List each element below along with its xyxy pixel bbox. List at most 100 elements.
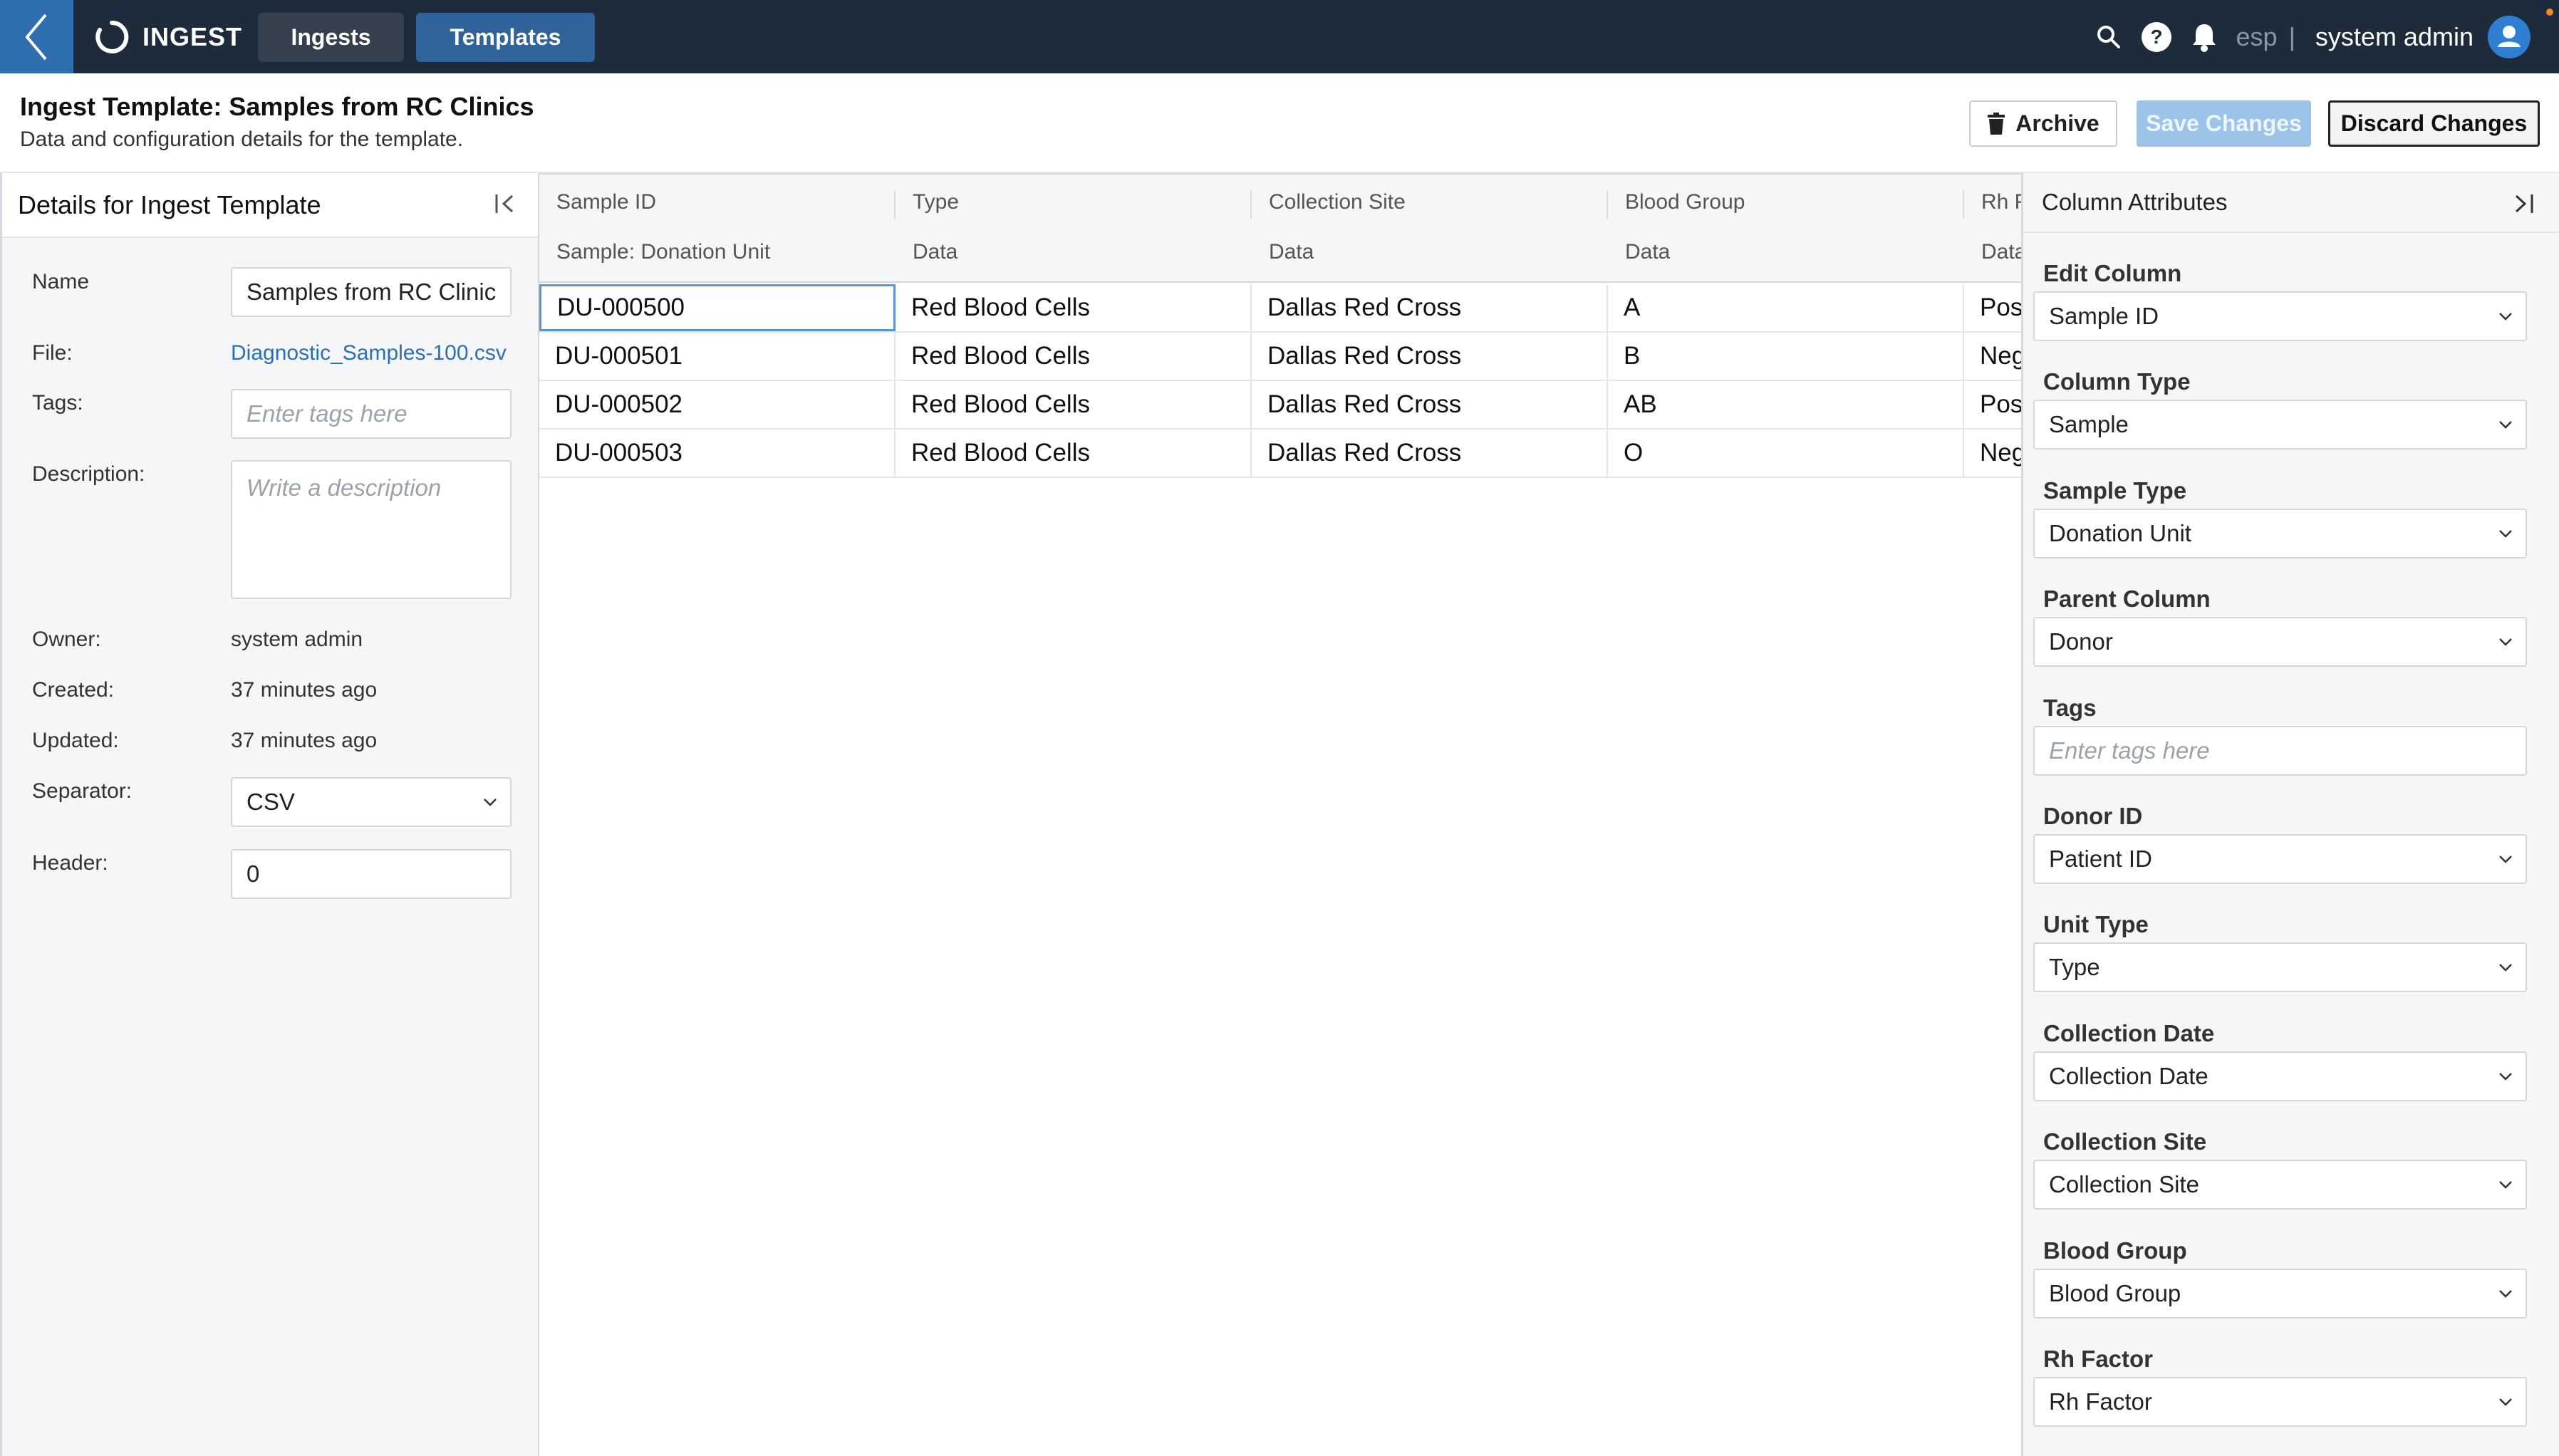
table-cell[interactable]: Dallas Red Cross [1252,333,1608,380]
table-cell[interactable]: Positive [1964,381,2021,428]
column-header-rh-factor[interactable]: Rh Factor Data [1964,175,2021,283]
donor-id-value: Patient ID [2049,846,2152,872]
table-cell[interactable]: Negative [1964,430,2021,477]
nav-separator: | [2288,21,2295,51]
edit-column-select[interactable]: Sample ID [2033,291,2527,341]
blood-group-select[interactable]: Blood Group [2033,1269,2527,1319]
table-cell[interactable]: Dallas Red Cross [1252,381,1608,428]
collection-site-select[interactable]: Collection Site [2033,1160,2527,1210]
page-header: Ingest Template: Samples from RC Clinics… [0,73,2559,173]
collection-date-label: Collection Date [2043,1020,2215,1046]
tags-label: Tags: [32,391,83,415]
blood-group-value: Blood Group [2049,1280,2181,1306]
column-attributes-panel: Column Attributes Edit Column Sample ID Co… [2021,173,2559,1456]
description-textarea[interactable]: Write a description [231,460,512,599]
table-cell[interactable]: Red Blood Cells [896,284,1252,331]
file-link[interactable]: Diagnostic_Samples-100.csv [231,341,507,365]
unit-type-label: Unit Type [2043,911,2149,937]
chevron-down-icon [2499,530,2512,538]
column-type: Data [1981,240,2021,264]
parent-column-select[interactable]: Donor [2033,617,2527,667]
help-icon[interactable]: ? [2141,21,2172,53]
column-name: Type [913,190,960,214]
column-type: Data [1269,240,1314,264]
chevron-down-icon [2499,964,2512,972]
tags-input[interactable]: Enter tags here [231,389,512,439]
rh-factor-label: Rh Factor [2043,1346,2154,1372]
edit-column-value: Sample ID [2049,303,2159,329]
rh-factor-select[interactable]: Rh Factor [2033,1377,2527,1427]
separator-value: CSV [246,789,295,815]
tab-ingests[interactable]: Ingests [258,13,404,62]
column-type-value: Sample [2049,411,2129,437]
table-cell[interactable]: Negative [1964,333,2021,380]
column-type-label: Column Type [2043,368,2191,395]
table-cell[interactable]: B [1608,333,1964,380]
attributes-panel-title: Column Attributes [2042,189,2228,215]
table-cell[interactable]: Dallas Red Cross [1252,430,1608,477]
collection-date-select[interactable]: Collection Date [2033,1051,2527,1101]
unit-type-select[interactable]: Type [2033,942,2527,992]
chevron-down-icon [2499,421,2512,429]
table-cell[interactable]: DU-000500 [539,284,896,331]
table-cell[interactable]: AB [1608,381,1964,428]
search-icon[interactable] [2097,25,2121,49]
chevron-down-icon [2499,313,2512,321]
collapse-left-icon[interactable] [494,192,518,219]
brand[interactable]: INGEST [94,0,242,73]
archive-button[interactable]: Archive [1969,100,2117,147]
unit-type-value: Type [2049,954,2100,980]
chevron-down-icon [2499,1398,2512,1406]
table-cell[interactable]: DU-000501 [539,333,896,380]
tags-label: Tags [2043,695,2097,721]
user-menu[interactable]: system admin [2315,22,2474,52]
table-cell[interactable]: Red Blood Cells [896,381,1252,428]
column-type-select[interactable]: Sample [2033,400,2527,449]
sample-type-select[interactable]: Donation Unit [2033,509,2527,558]
column-header-blood-group[interactable]: Blood Group Data [1608,175,1964,283]
name-input[interactable]: Samples from RC Clinic [231,267,512,317]
data-grid: Sample ID Sample: Donation Unit Type Dat… [539,173,2021,1456]
chevron-down-icon [2499,1073,2512,1081]
navbar-tools: ? esp | system admin [2097,0,2531,73]
table-cell[interactable]: Dallas Red Cross [1252,284,1608,331]
save-changes-button[interactable]: Save Changes [2137,100,2311,147]
svg-text:?: ? [2150,26,2162,48]
trash-icon [1988,112,2005,135]
back-button[interactable] [0,0,73,73]
column-header-sample-id[interactable]: Sample ID Sample: Donation Unit [539,175,896,283]
donor-id-select[interactable]: Patient ID [2033,834,2527,884]
collection-site-value: Collection Site [2049,1171,2199,1197]
collapse-right-icon[interactable] [2511,192,2535,219]
table-row: DU-000503 Red Blood Cells Dallas Red Cro… [539,430,2021,478]
table-cell[interactable]: DU-000502 [539,381,896,428]
user-avatar-icon[interactable] [2488,15,2531,58]
column-header-collection-site[interactable]: Collection Site Data [1252,175,1608,283]
bell-icon[interactable] [2191,21,2218,53]
column-header-type[interactable]: Type Data [896,175,1252,283]
table-cell[interactable]: O [1608,430,1964,477]
sample-type-label: Sample Type [2043,477,2187,504]
chevron-down-icon [2499,1290,2512,1298]
rh-factor-value: Rh Factor [2049,1388,2152,1415]
column-type: Data [1625,240,1671,264]
updated-label: Updated: [32,729,119,752]
ring-logo-icon [95,20,129,53]
parent-column-value: Donor [2049,628,2113,655]
owner-label: Owner: [32,628,101,651]
table-cell[interactable]: A [1608,284,1964,331]
table-cell[interactable]: Red Blood Cells [896,430,1252,477]
separator-select[interactable]: CSV [231,777,512,827]
table-cell[interactable]: Positive [1964,284,2021,331]
grid-header: Sample ID Sample: Donation Unit Type Dat… [539,175,2021,283]
tags-input[interactable]: Enter tags here [2033,726,2527,776]
parent-column-label: Parent Column [2043,586,2211,612]
table-cell[interactable]: DU-000503 [539,430,896,477]
column-type: Data [913,240,958,264]
header-input[interactable]: 0 [231,849,512,899]
tab-templates[interactable]: Templates [416,13,595,62]
table-cell[interactable]: Red Blood Cells [896,333,1252,380]
table-row: DU-000500 Red Blood Cells Dallas Red Cro… [539,284,2021,333]
template-details-panel: Details for Ingest Template Name Samples… [0,173,539,1456]
discard-changes-button[interactable]: Discard Changes [2328,100,2540,147]
